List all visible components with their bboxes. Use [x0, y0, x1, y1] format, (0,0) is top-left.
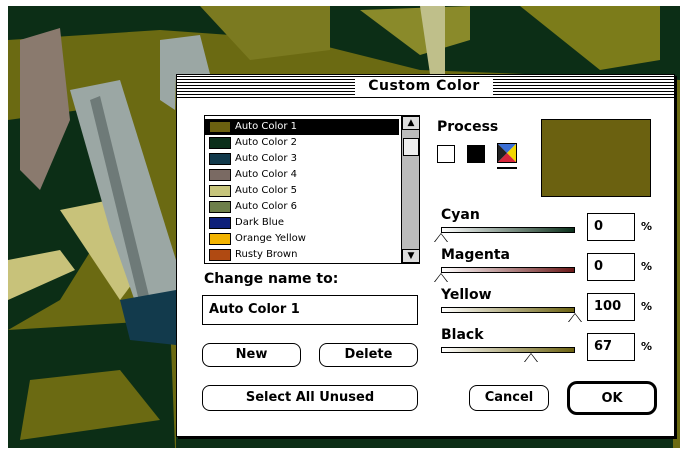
list-item-label: Dark Blue	[235, 217, 285, 228]
black-percent-sign: %	[641, 340, 653, 353]
cyan-slider-thumb-fill	[435, 234, 447, 242]
color-swatch	[209, 201, 231, 213]
list-scrollbar[interactable]: ▲ ▼	[401, 116, 419, 263]
list-item[interactable]: Dark Blue	[205, 215, 399, 231]
yellow-value-field[interactable]: 100	[587, 293, 635, 321]
list-item[interactable]: Auto Color 6	[205, 199, 399, 215]
name-field[interactable]: Auto Color 1	[202, 295, 418, 325]
black-slider[interactable]	[441, 347, 575, 353]
cancel-button[interactable]: Cancel	[469, 385, 549, 411]
list-item-label: Auto Color 3	[235, 153, 298, 164]
black-label: Black	[441, 327, 484, 343]
list-item[interactable]: Auto Color 1	[205, 119, 399, 135]
magenta-value-field[interactable]: 0	[587, 253, 635, 281]
list-item-label: Rusty Brown	[235, 249, 298, 260]
up-arrow-icon[interactable]: ▲	[402, 116, 419, 130]
list-item-label: Orange Yellow	[235, 233, 306, 244]
color-swatch	[209, 185, 231, 197]
magenta-label: Magenta	[441, 247, 511, 263]
process-selected-indicator	[497, 167, 517, 169]
yellow-slider[interactable]	[441, 307, 575, 313]
list-item-label: Auto Color 4	[235, 169, 298, 180]
color-swatch	[209, 137, 231, 149]
yellow-slider-thumb-fill	[569, 314, 581, 322]
cyan-label: Cyan	[441, 207, 480, 223]
black-swatch-icon[interactable]	[467, 145, 485, 163]
list-item[interactable]: Orange Yellow	[205, 231, 399, 247]
yellow-percent-sign: %	[641, 300, 653, 313]
cyan-percent-sign: %	[641, 220, 653, 233]
process-color-icon[interactable]	[497, 143, 517, 163]
color-swatch	[209, 121, 231, 133]
dialog-title: Custom Color	[355, 77, 493, 95]
list-item[interactable]: Auto Color 5	[205, 183, 399, 199]
magenta-percent-sign: %	[641, 260, 653, 273]
custom-color-dialog: Custom Color Auto Color 1 Auto Color 2 Aut…	[176, 74, 675, 437]
ok-button[interactable]: OK	[567, 381, 657, 415]
magenta-slider-thumb-fill	[435, 274, 447, 282]
title-bar[interactable]: Custom Color	[177, 75, 674, 98]
cyan-slider[interactable]	[441, 227, 575, 233]
color-preview	[541, 119, 651, 197]
black-slider-thumb-fill	[524, 354, 537, 362]
color-list[interactable]: Auto Color 1 Auto Color 2 Auto Color 3 Auto…	[204, 115, 420, 264]
list-item[interactable]: Auto Color 2	[205, 135, 399, 151]
select-all-unused-button[interactable]: Select All Unused	[202, 385, 418, 411]
scroll-thumb[interactable]	[403, 138, 419, 156]
yellow-label: Yellow	[441, 287, 492, 303]
list-item[interactable]: Rusty Brown	[205, 247, 399, 263]
white-swatch-icon[interactable]	[437, 145, 455, 163]
list-item-label: Auto Color 5	[235, 185, 298, 196]
list-item-label: Auto Color 2	[235, 137, 298, 148]
list-item-label: Auto Color 1	[235, 121, 298, 132]
color-swatch	[209, 217, 231, 229]
list-item[interactable]: Auto Color 4	[205, 167, 399, 183]
color-swatch	[209, 233, 231, 245]
black-value-field[interactable]: 67	[587, 333, 635, 361]
new-button[interactable]: New	[202, 343, 301, 367]
cyan-value-field[interactable]: 0	[587, 213, 635, 241]
list-item-label: Auto Color 6	[235, 201, 298, 212]
delete-button[interactable]: Delete	[319, 343, 418, 367]
color-swatch	[209, 169, 231, 181]
color-swatch	[209, 249, 231, 261]
down-arrow-icon[interactable]: ▼	[402, 249, 419, 263]
process-label: Process	[437, 119, 499, 135]
list-item[interactable]: Auto Color 3	[205, 151, 399, 167]
color-swatch	[209, 153, 231, 165]
magenta-slider[interactable]	[441, 267, 575, 273]
change-name-label: Change name to:	[204, 271, 339, 287]
